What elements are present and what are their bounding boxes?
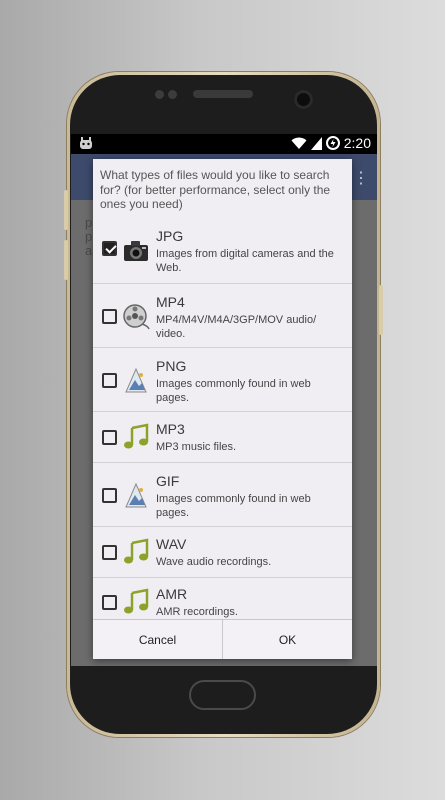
gif-title: GIF — [156, 473, 180, 489]
overflow-menu-icon[interactable]: ⋮ — [353, 168, 369, 188]
wifi-icon — [291, 137, 307, 149]
film-reel-icon — [123, 304, 150, 330]
earpiece-speaker — [193, 90, 253, 98]
amr-description: AMR recordings. — [156, 606, 238, 618]
background-text-fragment: p — [85, 229, 93, 244]
cancel-button[interactable]: Cancel — [93, 620, 222, 659]
png-title: PNG — [156, 358, 187, 374]
option-gif[interactable]: GIF Images commonly found in web pages. — [93, 462, 352, 526]
music-note-icon — [124, 588, 149, 614]
wav-description: Wave audio recordings. — [156, 556, 272, 568]
battery-saver-icon — [325, 136, 340, 150]
option-jpg[interactable]: JPG Images from digital cameras and the … — [93, 219, 352, 283]
option-wav[interactable]: WAV Wave audio recordings. — [93, 526, 352, 577]
android-notification-icon — [80, 137, 92, 149]
option-amr[interactable]: AMR AMR recordings. — [93, 577, 352, 619]
home-button[interactable] — [189, 680, 256, 710]
jpg-checkbox[interactable] — [102, 241, 117, 256]
mp3-checkbox[interactable] — [102, 430, 117, 445]
gif-description: Images commonly found in web pages. — [156, 493, 311, 519]
camera-icon — [124, 241, 148, 261]
png-description: Images commonly found in web pages. — [156, 378, 311, 404]
dialog-button-bar: Cancel OK — [93, 619, 352, 659]
wav-checkbox[interactable] — [102, 545, 117, 560]
music-note-icon — [124, 538, 149, 564]
jpg-title: JPG — [156, 228, 184, 244]
power-button — [379, 285, 383, 335]
front-camera — [294, 90, 313, 109]
mp4-title: MP4 — [156, 294, 185, 310]
music-note-icon — [124, 423, 149, 449]
image-icon — [125, 482, 147, 508]
image-icon — [125, 367, 147, 393]
background-text-fragment: a — [85, 243, 93, 258]
status-clock: 2:20 — [343, 135, 371, 151]
file-types-dialog: What types of files would you like to se… — [93, 159, 352, 659]
amr-checkbox[interactable] — [102, 595, 117, 610]
option-mp3[interactable]: MP3 MP3 music files. — [93, 411, 352, 462]
mp4-description: MP4/M4V/M4A/3GP/MOV audio/ video. — [156, 314, 317, 340]
wav-title: WAV — [156, 536, 187, 552]
mp3-description: MP3 music files. — [156, 441, 237, 453]
jpg-description: Images from digital cameras and the Web. — [156, 248, 334, 274]
dialog-title: What types of files would you like to se… — [100, 168, 331, 211]
mp4-checkbox[interactable] — [102, 309, 117, 324]
option-png[interactable]: PNG Images commonly found in web pages. — [93, 347, 352, 411]
volume-button — [64, 190, 68, 230]
mp3-title: MP3 — [156, 421, 185, 437]
ok-button[interactable]: OK — [222, 620, 352, 659]
png-checkbox[interactable] — [102, 373, 117, 388]
background-text-fragment: p — [85, 215, 93, 230]
signal-icon — [310, 136, 322, 150]
status-bar: 2:20 — [71, 134, 377, 154]
sensor-dot — [155, 90, 164, 99]
volume-button — [64, 240, 68, 280]
amr-title: AMR — [156, 586, 188, 602]
gif-checkbox[interactable] — [102, 488, 117, 503]
file-type-list[interactable]: JPG Images from digital cameras and the … — [93, 219, 352, 619]
sensor-dot — [168, 90, 177, 99]
option-mp4[interactable]: MP4 MP4/M4V/M4A/3GP/MOV audio/ video. — [93, 283, 352, 347]
